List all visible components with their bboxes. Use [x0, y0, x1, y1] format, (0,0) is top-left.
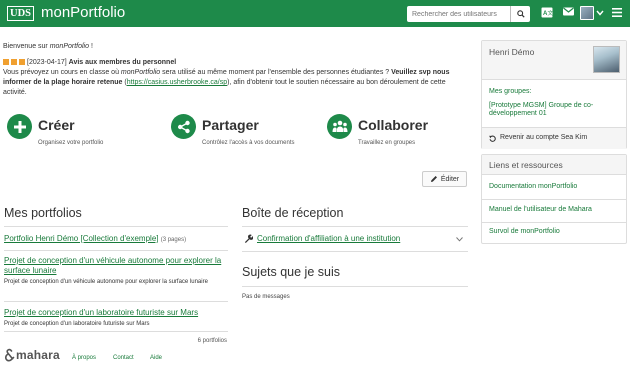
group-link[interactable]: [Prototype MGSM] Groupe de co-développem…	[489, 102, 621, 117]
inbox-item-link[interactable]: Confirmation d'affiliation à une institu…	[257, 234, 400, 243]
mail-icon[interactable]	[563, 7, 574, 16]
wrench-icon	[244, 234, 253, 243]
top-navbar: UDS monPortfolio A文	[0, 0, 630, 27]
link-overview[interactable]: Survol de monPortfolio	[489, 228, 560, 235]
user-profile-photo[interactable]	[593, 46, 620, 73]
app-logo-text[interactable]: monPortfolio	[41, 4, 125, 22]
hamburger-menu-icon[interactable]	[612, 8, 622, 17]
divider	[4, 301, 228, 302]
welcome-message: Bienvenue sur monPortfolio !	[3, 43, 93, 50]
feature-create-subtitle: Organisez votre portfolio	[38, 140, 104, 146]
footer-link-help[interactable]: Aide	[150, 355, 162, 361]
staff-notice: [2023-04-17] Avis aux membres du personn…	[3, 58, 469, 98]
search-box	[407, 6, 530, 22]
footer-link-contact[interactable]: Contact	[113, 355, 134, 361]
user-name[interactable]: Henri Démo	[489, 47, 534, 57]
links-resources-card: Liens et ressources Documentation monPor…	[481, 154, 627, 244]
notice-square-icon	[3, 58, 9, 65]
return-account-row[interactable]: Revenir au compte Sea Kim	[482, 127, 626, 149]
search-icon	[516, 10, 525, 18]
translate-icon[interactable]: A文	[541, 7, 553, 18]
divider	[482, 199, 626, 200]
welcome-prefix: Bienvenue sur	[3, 43, 50, 50]
divider	[482, 222, 626, 223]
chevron-down-icon[interactable]	[456, 237, 463, 242]
notice-title: Avis aux membres du personnel	[68, 59, 177, 66]
link-mahara-manual[interactable]: Manuel de l'utilisateur de Mahara	[489, 206, 592, 213]
feature-create-title: Créer	[38, 117, 75, 133]
divider	[4, 250, 228, 251]
feature-collaborate-subtitle: Travaillez en groupes	[358, 140, 416, 146]
portfolio-link-2[interactable]: Projet de conception d'un véhicule auton…	[4, 256, 226, 276]
uds-logo[interactable]: UDS	[7, 6, 35, 21]
inbox-heading: Boîte de réception	[242, 206, 344, 220]
user-profile-card: Henri Démo Mes groupes: [Prototype MGSM]…	[481, 40, 627, 149]
notice-text-2: sera utilisé au même moment par l'ensemb…	[160, 69, 392, 76]
feature-collaborate-title: Collaborer	[358, 117, 429, 133]
footer-link-about[interactable]: À propos	[72, 355, 96, 361]
portfolios-heading: Mes portfolios	[4, 206, 82, 220]
avatar	[580, 6, 594, 20]
footer-brand[interactable]: mahara	[4, 348, 60, 362]
watched-empty-text: Pas de messages	[242, 294, 290, 300]
user-menu[interactable]	[580, 6, 604, 20]
welcome-app-name: monPortfolio	[49, 43, 89, 50]
notice-date: [2023-04-17]	[27, 59, 67, 66]
divider	[4, 226, 228, 227]
welcome-suffix: !	[89, 43, 93, 50]
edit-dashboard-button[interactable]: Éditer	[422, 171, 467, 187]
divider	[242, 251, 468, 252]
groups-label: Mes groupes:	[489, 88, 532, 95]
divider	[242, 286, 468, 287]
notice-app-name: monPortfolio	[120, 69, 161, 76]
search-button[interactable]	[510, 6, 530, 22]
share-icon	[171, 114, 196, 139]
feature-share-title: Partager	[202, 117, 259, 133]
users-icon	[327, 114, 352, 139]
svg-text:文: 文	[548, 9, 554, 17]
notice-square-icon	[19, 58, 25, 65]
portfolio-link-3[interactable]: Projet de conception d'un laboratoire fu…	[4, 308, 228, 318]
inbox-item[interactable]: Confirmation d'affiliation à une institu…	[243, 233, 467, 245]
feature-share-subtitle: Contrôlez l'accès à vos documents	[202, 140, 295, 146]
notice-link[interactable]: https://casius.usherbrooke.ca/sp	[127, 79, 227, 86]
portfolio-link-1[interactable]: Portfolio Henri Démo [Collection d'exemp…	[4, 234, 158, 243]
portfolio-item-1: Portfolio Henri Démo [Collection d'exemp…	[4, 234, 186, 245]
user-card-header: Henri Démo	[482, 41, 626, 80]
mahara-logo-icon	[4, 348, 15, 362]
plus-icon	[7, 114, 32, 139]
portfolio-desc-2: Projet de conception d'un véhicule auton…	[4, 279, 208, 285]
watched-topics-heading: Sujets que je suis	[242, 265, 340, 279]
undo-icon	[489, 135, 496, 142]
pencil-icon	[430, 176, 437, 182]
portfolio-meta-1: (3 pages)	[160, 237, 187, 243]
notice-square-icon	[11, 58, 17, 65]
divider	[4, 331, 228, 332]
divider	[242, 226, 468, 227]
links-card-header: Liens et ressources	[482, 155, 626, 175]
mahara-brand: mahara	[16, 348, 60, 362]
portfolio-count: 6 portfolios	[197, 338, 227, 344]
edit-label: Éditer	[440, 175, 460, 183]
portfolio-desc-3: Projet de conception d'un laboratoire fu…	[4, 321, 150, 327]
search-input[interactable]	[407, 6, 508, 22]
chevron-down-icon	[596, 10, 604, 16]
link-documentation[interactable]: Documentation monPortfolio	[489, 183, 577, 190]
notice-text-1: Vous prévoyez un cours en classe où	[3, 69, 121, 76]
links-card-title: Liens et ressources	[489, 160, 563, 170]
return-account-label: Revenir au compte Sea Kim	[500, 134, 588, 141]
